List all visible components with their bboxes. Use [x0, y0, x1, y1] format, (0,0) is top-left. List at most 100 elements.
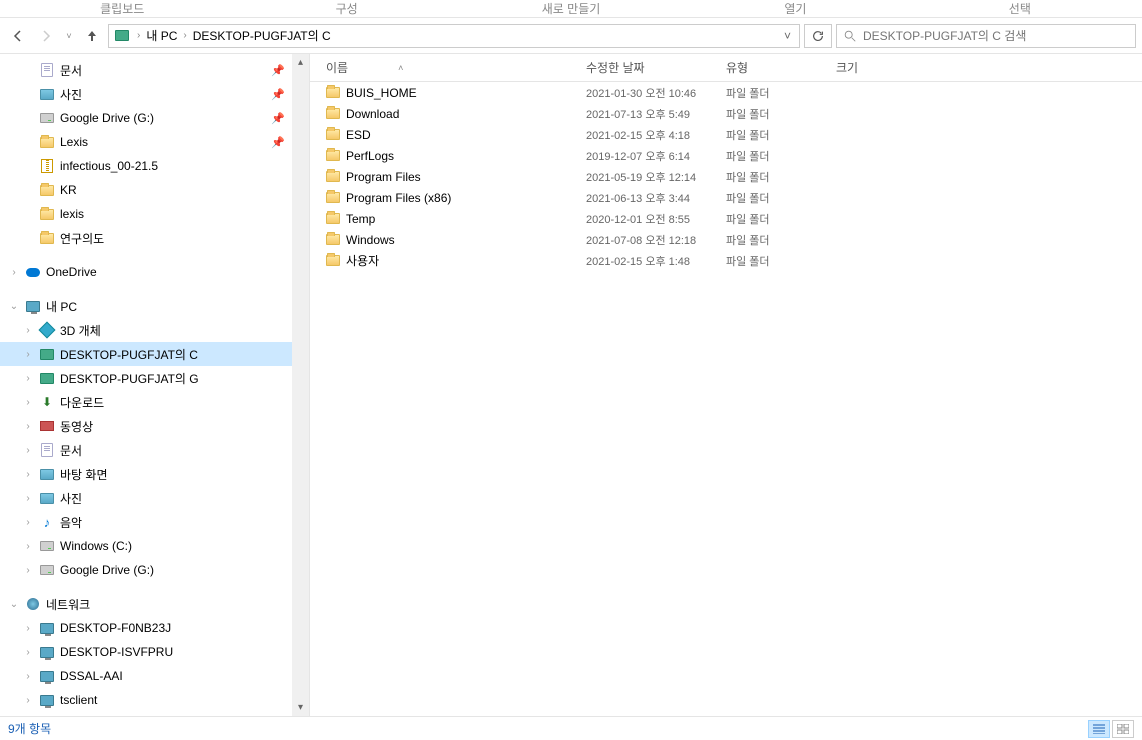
expander-icon[interactable]: › [22, 517, 34, 528]
folder-icon [38, 230, 56, 246]
back-button[interactable] [6, 24, 30, 48]
ribbon-tab-clipboard[interactable]: 클립보드 [10, 0, 234, 17]
quick-item[interactable]: infectious_00-21.5 [0, 154, 309, 178]
file-row[interactable]: PerfLogs2019-12-07 오후 6:14파일 폴더 [310, 145, 1142, 166]
expander-icon[interactable]: › [22, 493, 34, 504]
expander-icon[interactable]: › [22, 623, 34, 634]
scroll-down-icon[interactable]: ▾ [292, 699, 309, 716]
up-button[interactable] [80, 24, 104, 48]
sort-indicator-icon: ˄ [398, 63, 403, 73]
network-item[interactable]: ›DESKTOP-F0NB23J [0, 616, 309, 640]
address-dropdown[interactable]: ˅ [780, 29, 795, 43]
status-text: 9개 항목 [8, 720, 51, 737]
cloud-icon [24, 264, 42, 280]
quick-item[interactable]: 문서📌 [0, 58, 309, 82]
pc-item[interactable]: ›사진 [0, 486, 309, 510]
pc-item[interactable]: ›⬇다운로드 [0, 390, 309, 414]
pc-item[interactable]: ›♪음악 [0, 510, 309, 534]
expander-icon[interactable]: › [22, 565, 34, 576]
file-name: ESD [346, 128, 586, 142]
ribbon-tab-open[interactable]: 열기 [683, 0, 907, 17]
quick-item[interactable]: lexis [0, 202, 309, 226]
status-bar: 9개 항목 [0, 716, 1142, 740]
chevron-right-icon[interactable]: › [137, 30, 140, 41]
ribbon-tab-select[interactable]: 선택 [908, 0, 1132, 17]
expander-icon[interactable]: › [22, 325, 34, 336]
ribbon-tab-organize[interactable]: 구성 [234, 0, 458, 17]
expander-icon[interactable]: › [22, 397, 34, 408]
breadcrumb-current[interactable]: DESKTOP-PUGFJAT의 C [193, 27, 331, 44]
expander-icon[interactable]: › [22, 671, 34, 682]
expander-icon[interactable]: › [22, 349, 34, 360]
expander-icon[interactable]: › [8, 267, 20, 278]
expander-icon[interactable]: › [22, 647, 34, 658]
pic-icon [38, 86, 56, 102]
pic-icon [38, 490, 56, 506]
pc-item[interactable]: ›3D 개체 [0, 318, 309, 342]
expander-icon[interactable]: › [22, 373, 34, 384]
sidebar-scrollbar[interactable]: ▴ ▾ [292, 54, 309, 716]
breadcrumb-root[interactable]: 내 PC [146, 27, 177, 44]
file-row[interactable]: ESD2021-02-15 오후 4:18파일 폴더 [310, 124, 1142, 145]
pc-item[interactable]: ›DESKTOP-PUGFJAT의 C [0, 342, 309, 366]
file-row[interactable]: Program Files2021-05-19 오후 12:14파일 폴더 [310, 166, 1142, 187]
tree-network[interactable]: ⌄ 네트워크 [0, 592, 309, 616]
quick-item[interactable]: 연구의도 [0, 226, 309, 250]
quick-item[interactable]: Lexis📌 [0, 130, 309, 154]
quick-item[interactable]: KR [0, 178, 309, 202]
chevron-right-icon[interactable]: › [183, 30, 186, 41]
pc-item[interactable]: ›Google Drive (G:) [0, 558, 309, 582]
expander-icon[interactable]: › [22, 469, 34, 480]
expander-icon[interactable]: ⌄ [8, 301, 20, 312]
quick-item[interactable]: 사진📌 [0, 82, 309, 106]
address-box[interactable]: › 내 PC › DESKTOP-PUGFJAT의 C ˅ [108, 24, 800, 48]
pc-item[interactable]: ›문서 [0, 438, 309, 462]
tree-thispc[interactable]: ⌄ 내 PC [0, 294, 309, 318]
forward-button[interactable] [34, 24, 58, 48]
scroll-up-icon[interactable]: ▴ [292, 54, 309, 71]
column-size[interactable]: 크기 [836, 59, 916, 76]
navigation-pane[interactable]: 문서📌사진📌Google Drive (G:)📌Lexis📌infectious… [0, 54, 310, 716]
drive-icon [38, 110, 56, 126]
tree-onedrive[interactable]: › OneDrive [0, 260, 309, 284]
search-input[interactable] [863, 29, 1129, 43]
file-name: Temp [346, 212, 586, 226]
expander-icon[interactable]: › [22, 695, 34, 706]
column-date[interactable]: 수정한 날짜 [586, 59, 726, 76]
3d-icon [38, 322, 56, 338]
file-row[interactable]: Temp2020-12-01 오전 8:55파일 폴더 [310, 208, 1142, 229]
pc-item[interactable]: ›Windows (C:) [0, 534, 309, 558]
address-bar-row: ˅ › 내 PC › DESKTOP-PUGFJAT의 C ˅ [0, 18, 1142, 54]
expander-icon[interactable]: › [22, 541, 34, 552]
folder-icon [326, 234, 346, 245]
expander-icon[interactable]: ⌄ [8, 599, 20, 610]
expander-icon[interactable]: › [22, 421, 34, 432]
expander-icon[interactable]: › [22, 445, 34, 456]
refresh-button[interactable] [804, 24, 832, 48]
network-item[interactable]: ›DSSAL-AAI [0, 664, 309, 688]
file-date: 2019-12-07 오후 6:14 [586, 148, 726, 164]
file-row[interactable]: Windows2021-07-08 오전 12:18파일 폴더 [310, 229, 1142, 250]
search-icon [843, 29, 857, 43]
file-name: Download [346, 107, 586, 121]
network-item[interactable]: ›DESKTOP-ISVFPRU [0, 640, 309, 664]
file-row[interactable]: Download2021-07-13 오후 5:49파일 폴더 [310, 103, 1142, 124]
network-item[interactable]: ›tsclient [0, 688, 309, 712]
pc-item[interactable]: ›동영상 [0, 414, 309, 438]
view-icons-button[interactable] [1112, 720, 1134, 738]
search-box[interactable] [836, 24, 1136, 48]
folder-icon [326, 150, 346, 161]
recent-dropdown[interactable]: ˅ [62, 24, 76, 48]
pc-item[interactable]: ›DESKTOP-PUGFJAT의 G [0, 366, 309, 390]
quick-item[interactable]: Google Drive (G:)📌 [0, 106, 309, 130]
file-name: Program Files [346, 170, 586, 184]
column-name[interactable]: 이름 ˄ [326, 59, 586, 76]
file-row[interactable]: Program Files (x86)2021-06-13 오후 3:44파일 … [310, 187, 1142, 208]
pc-item[interactable]: ›바탕 화면 [0, 462, 309, 486]
column-type[interactable]: 유형 [726, 59, 836, 76]
file-row[interactable]: 사용자2021-02-15 오후 1:48파일 폴더 [310, 250, 1142, 271]
pc-icon [38, 620, 56, 636]
view-details-button[interactable] [1088, 720, 1110, 738]
file-row[interactable]: BUIS_HOME2021-01-30 오전 10:46파일 폴더 [310, 82, 1142, 103]
ribbon-tab-new[interactable]: 새로 만들기 [459, 0, 683, 17]
